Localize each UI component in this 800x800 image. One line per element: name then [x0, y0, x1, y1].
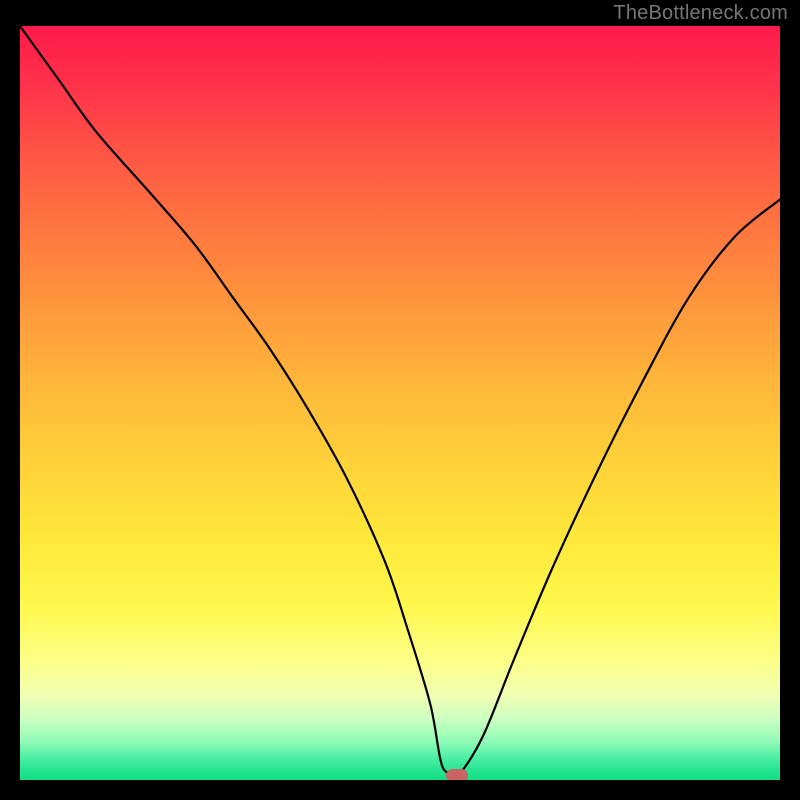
bottleneck-curve [20, 26, 780, 780]
minimum-marker [446, 769, 468, 780]
watermark-label: TheBottleneck.com [613, 2, 788, 25]
chart-frame: TheBottleneck.com [0, 0, 800, 800]
plot-area [20, 26, 780, 780]
